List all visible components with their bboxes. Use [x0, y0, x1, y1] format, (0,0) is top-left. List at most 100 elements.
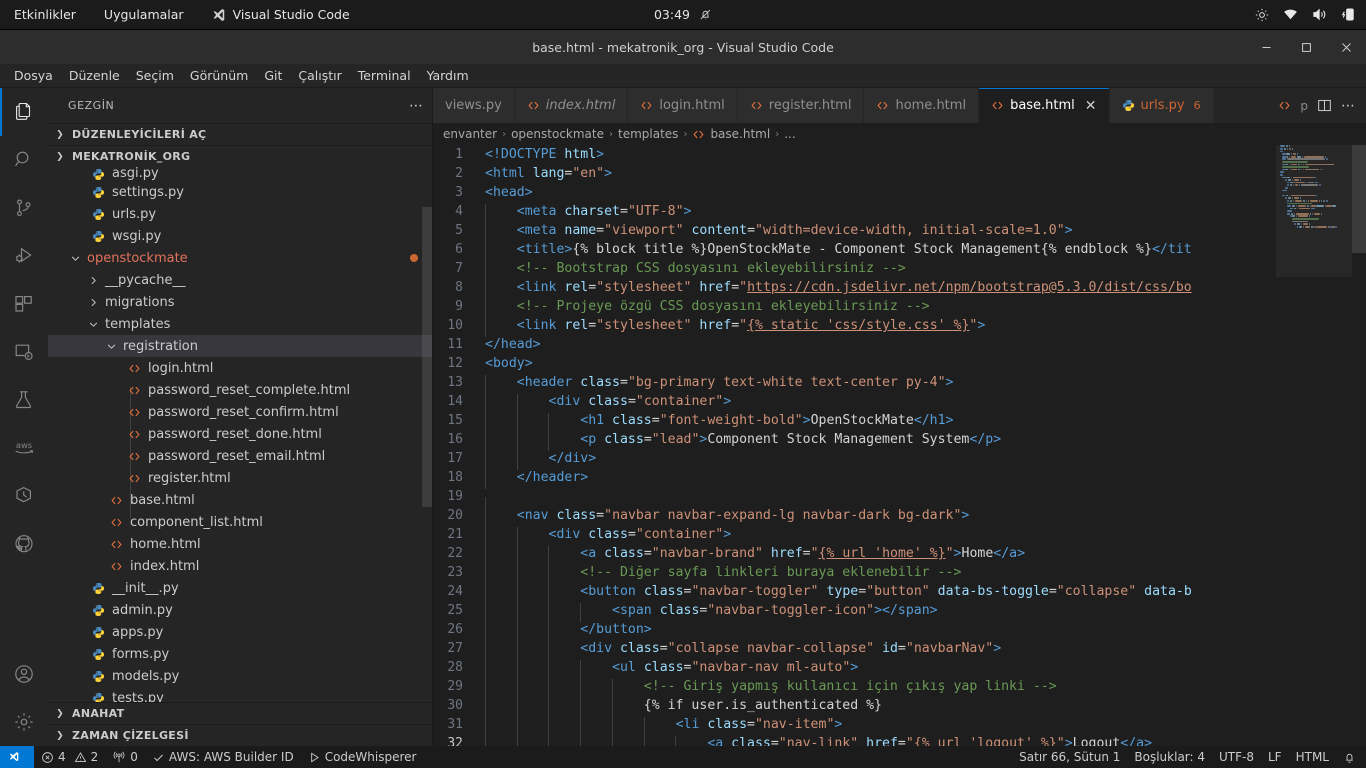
- html-file-icon[interactable]: [1278, 99, 1291, 112]
- code-line[interactable]: 17 </div>: [433, 449, 1276, 470]
- code-line[interactable]: 14 <div class="container">: [433, 392, 1276, 413]
- tree-item-login-html[interactable]: login.html: [48, 357, 432, 379]
- code-line[interactable]: 29 <!-- Giriş yapmış kullanıcı için çıkı…: [433, 677, 1276, 698]
- tree-item-asgi-py[interactable]: asgi.py: [48, 167, 432, 181]
- code-line[interactable]: 25 <span class="navbar-toggler-icon"></s…: [433, 601, 1276, 622]
- tree-item-migrations[interactable]: migrations: [48, 291, 432, 313]
- tree-item--pycache-[interactable]: __pycache__: [48, 269, 432, 291]
- remote-window-icon[interactable]: [0, 746, 34, 768]
- tab-close-icon[interactable]: ✕: [1085, 99, 1097, 113]
- tree-item-templates[interactable]: templates: [48, 313, 432, 335]
- breadcrumb-part[interactable]: openstockmate: [511, 127, 604, 141]
- code-line[interactable]: 21 <div class="container">: [433, 525, 1276, 546]
- active-app-indicator[interactable]: Visual Studio Code: [198, 7, 364, 22]
- status-cursor-position[interactable]: Satır 66, Sütun 1: [1012, 746, 1127, 768]
- search-icon[interactable]: [0, 136, 48, 184]
- code-line[interactable]: 12 <body>: [433, 354, 1276, 373]
- section-workspace-root[interactable]: ❯ MEKATRONİK_ORG: [48, 145, 432, 167]
- menu-secim[interactable]: Seçim: [128, 65, 182, 87]
- code-line[interactable]: 5 <meta name="viewport" content="width=d…: [433, 221, 1276, 242]
- tree-item-registration[interactable]: registration: [48, 335, 432, 357]
- status-encoding[interactable]: UTF-8: [1212, 746, 1261, 768]
- status-aws-connection[interactable]: AWS: AWS Builder ID: [145, 746, 301, 768]
- tree-item-index-html[interactable]: index.html: [48, 555, 432, 577]
- status-problems[interactable]: 4 2: [34, 746, 105, 768]
- remote-explorer-icon[interactable]: [0, 328, 48, 376]
- tab-base-html[interactable]: base.html ✕: [979, 88, 1110, 123]
- close-button[interactable]: [1326, 30, 1366, 64]
- menu-terminal[interactable]: Terminal: [350, 65, 419, 87]
- status-codewhisperer[interactable]: CodeWhisperer: [301, 746, 424, 768]
- code-line[interactable]: 22 <a class="navbar-brand" href="{% url …: [433, 544, 1276, 565]
- code-line[interactable]: 11 </head>: [433, 335, 1276, 354]
- code-line[interactable]: 3 <head>: [433, 183, 1276, 202]
- tree-item-password-reset-complete-html[interactable]: password_reset_complete.html: [48, 379, 432, 401]
- file-tree[interactable]: asgi.py settings.py urls.py wsgi.py openstoc…: [48, 167, 432, 702]
- settings-gear-icon[interactable]: [0, 698, 48, 746]
- code-line[interactable]: 19: [433, 487, 1276, 516]
- accounts-icon[interactable]: [0, 650, 48, 698]
- status-eol[interactable]: LF: [1261, 746, 1289, 768]
- minimap[interactable]: [1276, 145, 1352, 746]
- applications-button[interactable]: Uygulamalar: [90, 0, 198, 30]
- code-editor[interactable]: 1 <!DOCTYPE html> 2 <html lang="en"> 3 <head>…: [433, 145, 1366, 746]
- tab-login-html[interactable]: login.html: [628, 88, 738, 123]
- editor-tabs[interactable]: views.py index.html login.html register.htm…: [433, 88, 1366, 123]
- menu-calistir[interactable]: Çalıştır: [290, 65, 349, 87]
- breadcrumb-part[interactable]: ...: [784, 127, 795, 141]
- code-line[interactable]: 2 <html lang="en">: [433, 164, 1276, 183]
- tree-item-password-reset-confirm-html[interactable]: password_reset_confirm.html: [48, 401, 432, 423]
- tree-item--init-py[interactable]: __init__.py: [48, 577, 432, 599]
- tree-item-settings-py[interactable]: settings.py: [48, 181, 432, 203]
- github-icon[interactable]: [0, 520, 48, 568]
- code-line[interactable]: 6 <title>{% block title %}OpenStockMate …: [433, 240, 1276, 261]
- aws-toolkit-icon[interactable]: aws: [0, 424, 48, 472]
- tab-register-html[interactable]: register.html: [737, 88, 865, 123]
- status-ports[interactable]: 0: [105, 746, 145, 768]
- code-line[interactable]: 8 <link rel="stylesheet" href="https://c…: [433, 278, 1276, 299]
- code-line[interactable]: 23 <!-- Diğer sayfa linkleri buraya ekle…: [433, 563, 1276, 584]
- tree-item-forms-py[interactable]: forms.py: [48, 643, 432, 665]
- more-actions-icon[interactable]: ⋯: [1341, 98, 1356, 114]
- code-line[interactable]: 28 <ul class="navbar-nav ml-auto">: [433, 658, 1276, 679]
- tab-urls-py[interactable]: urls.py 6: [1109, 88, 1214, 123]
- tree-item-openstockmate[interactable]: openstockmate: [48, 247, 432, 269]
- tree-item-wsgi-py[interactable]: wsgi.py: [48, 225, 432, 247]
- system-tray[interactable]: [1255, 7, 1356, 22]
- tree-item-apps-py[interactable]: apps.py: [48, 621, 432, 643]
- bell-icon[interactable]: [1336, 746, 1366, 768]
- activities-button[interactable]: Etkinlikler: [0, 0, 90, 30]
- sidebar-scrollbar-thumb[interactable]: [422, 207, 432, 507]
- tree-item-base-html[interactable]: base.html: [48, 489, 432, 511]
- editor-scrollbar-thumb[interactable]: [1352, 145, 1366, 253]
- sidebar-more-actions-icon[interactable]: ⋯: [409, 98, 424, 114]
- split-editor-icon[interactable]: [1317, 98, 1332, 113]
- menu-yardim[interactable]: Yardım: [419, 65, 477, 87]
- tab-index-html[interactable]: index.html: [514, 88, 629, 123]
- status-language-mode[interactable]: HTML: [1289, 746, 1336, 768]
- status-indentation[interactable]: Boşluklar: 4: [1127, 746, 1212, 768]
- tree-item-admin-py[interactable]: admin.py: [48, 599, 432, 621]
- tree-item-password-reset-done-html[interactable]: password_reset_done.html: [48, 423, 432, 445]
- explorer-icon[interactable]: [0, 88, 48, 136]
- minimize-button[interactable]: [1246, 30, 1286, 64]
- tree-item-models-py[interactable]: models.py: [48, 665, 432, 687]
- code-line[interactable]: 30 {% if user.is_authenticated %}: [433, 696, 1276, 717]
- code-line[interactable]: 7 <!-- Bootstrap CSS dosyasını ekleyebil…: [433, 259, 1276, 280]
- breadcrumb-part[interactable]: templates: [618, 127, 678, 141]
- minimap-slider[interactable]: [1276, 145, 1352, 277]
- breadcrumb-part[interactable]: base.html: [710, 127, 770, 141]
- tab-views-py[interactable]: views.py: [433, 88, 515, 123]
- code-line[interactable]: 16 <p class="lead">Component Stock Manag…: [433, 430, 1276, 451]
- code-line[interactable]: 24 <button class="navbar-toggler" type="…: [433, 582, 1276, 603]
- code-line[interactable]: 9 <!-- Projeye özgü CSS dosyasını ekleye…: [433, 297, 1276, 318]
- tree-item-urls-py[interactable]: urls.py: [48, 203, 432, 225]
- source-control-icon[interactable]: [0, 184, 48, 232]
- docker-icon[interactable]: [0, 472, 48, 520]
- code-line[interactable]: 27 <div class="collapse navbar-collapse"…: [433, 639, 1276, 660]
- code-line[interactable]: 10 <link rel="stylesheet" href="{% stati…: [433, 316, 1276, 337]
- code-lines[interactable]: 1 <!DOCTYPE html> 2 <html lang="en"> 3 <head>…: [433, 145, 1276, 746]
- section-outline[interactable]: ❯ ANAHAT: [48, 702, 432, 724]
- clock[interactable]: 03:49: [654, 7, 712, 22]
- breadcrumb[interactable]: envanter › openstockmate › templates › base.ht…: [433, 123, 1366, 145]
